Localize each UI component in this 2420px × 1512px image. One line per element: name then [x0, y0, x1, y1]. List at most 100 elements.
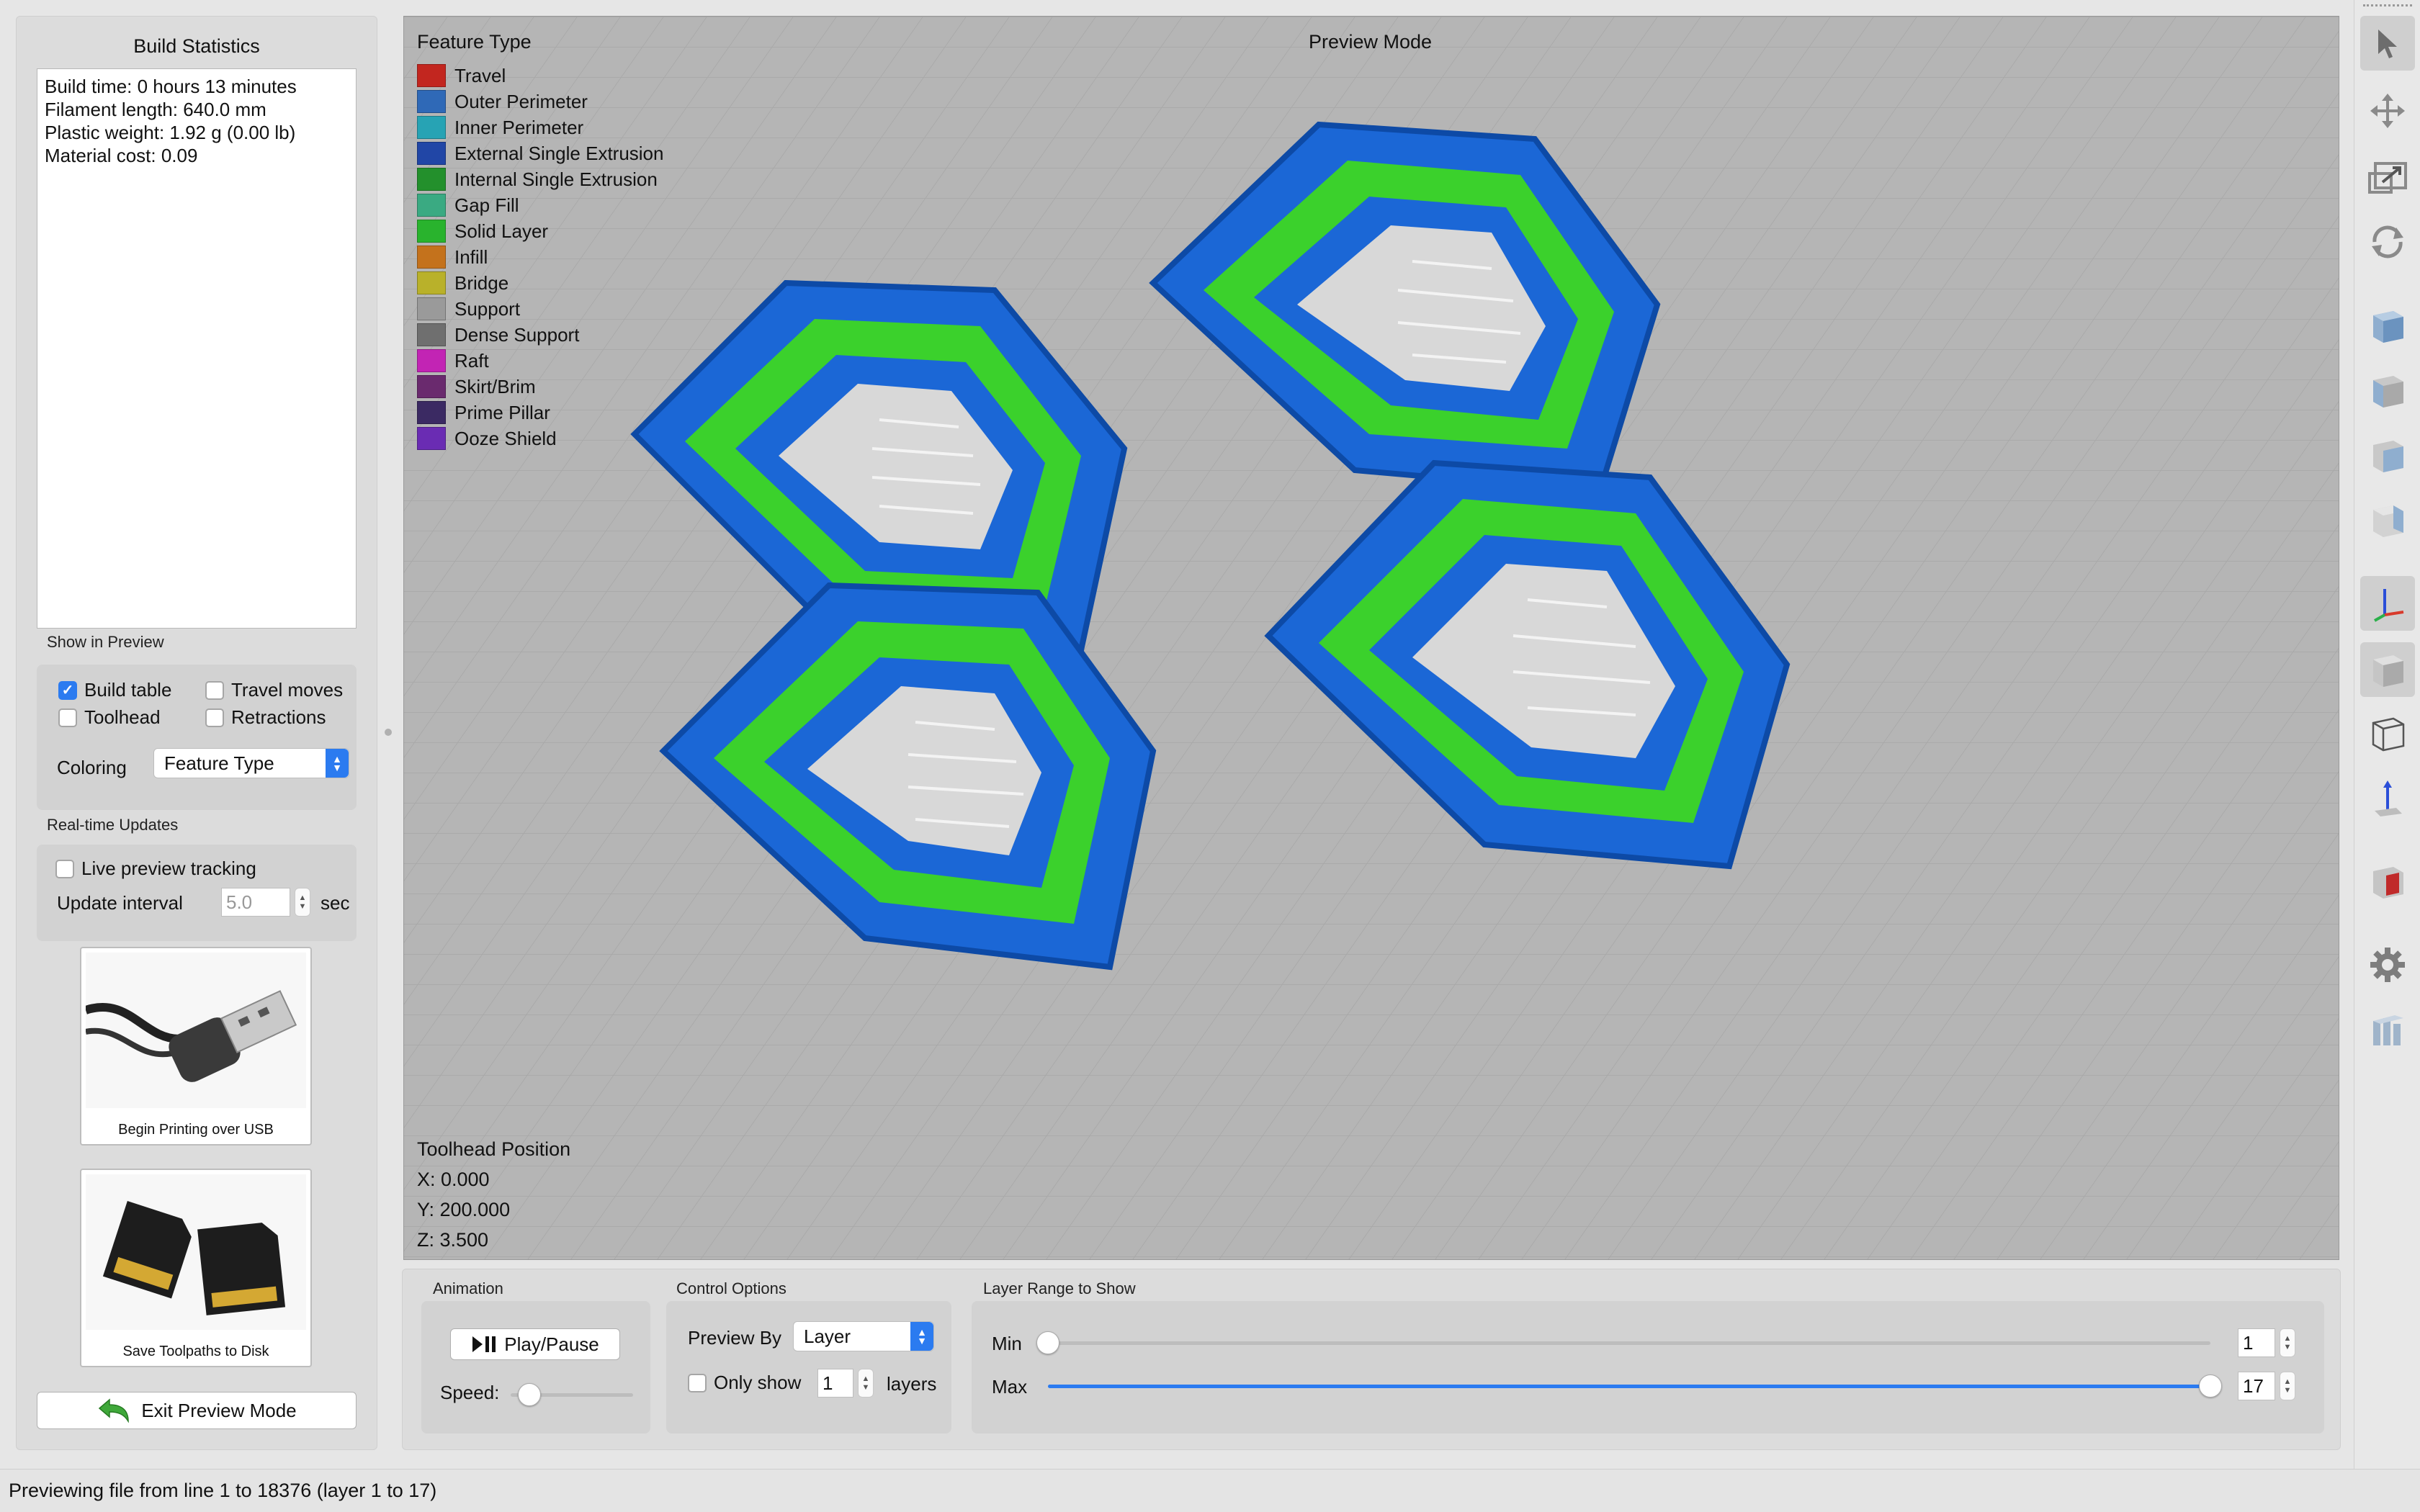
min-layer-slider-track[interactable]: [1048, 1341, 2210, 1345]
select-arrow-icon[interactable]: [2360, 16, 2415, 71]
control-options-label: Control Options: [676, 1279, 786, 1297]
legend-item: Travel: [417, 63, 663, 89]
checkbox-unchecked-icon: [205, 680, 224, 700]
legend-item: Dense Support: [417, 322, 663, 348]
legend-title: Feature Type: [417, 31, 532, 53]
legend-swatch: [417, 323, 446, 346]
legend-label: Inner Perimeter: [454, 116, 584, 138]
usb-cable-icon: [86, 953, 306, 1108]
travel-moves-checkbox[interactable]: Travel moves: [205, 679, 343, 701]
checkbox-unchecked-icon: [688, 1373, 707, 1392]
max-layer-slider-track[interactable]: [1048, 1385, 2210, 1388]
legend-label: Infill: [454, 246, 488, 268]
save-toolpaths-disk-tile[interactable]: Save Toolpaths to Disk: [80, 1169, 312, 1367]
retractions-checkbox[interactable]: Retractions: [205, 706, 326, 729]
toolhead-checkbox[interactable]: Toolhead: [58, 706, 161, 729]
legend-swatch: [417, 142, 446, 165]
layers-unit: layers: [887, 1373, 937, 1395]
toolbar-grip[interactable]: [2363, 4, 2412, 6]
animation-label: Animation: [433, 1279, 503, 1297]
update-interval-input[interactable]: 5.0: [221, 888, 290, 917]
realtime-updates-label: Real-time Updates: [47, 816, 179, 834]
begin-printing-usb-tile[interactable]: Begin Printing over USB: [80, 947, 312, 1146]
play-pause-icon: [472, 1336, 496, 1352]
legend-label: Ooze Shield: [454, 427, 557, 449]
min-layer-input[interactable]: 1: [2238, 1328, 2275, 1357]
status-bar: Previewing file from line 1 to 18376 (la…: [0, 1469, 2420, 1512]
legend-swatch: [417, 349, 446, 372]
preview-mode-title: Preview Mode: [1309, 31, 1433, 53]
legend-item: Raft: [417, 348, 663, 374]
control-options-group: Preview By Layer ▲ ▼ Only show 1 ▲ ▼ layer…: [666, 1301, 951, 1434]
build-plate-scene: [404, 17, 2339, 1259]
legend-item: Prime Pillar: [417, 400, 663, 426]
usb-tile-caption: Begin Printing over USB: [118, 1122, 274, 1138]
solid-view-icon[interactable]: [2360, 642, 2415, 697]
exit-preview-button[interactable]: Exit Preview Mode: [37, 1392, 357, 1429]
view-right-icon[interactable]: [2360, 492, 2415, 547]
interval-unit: sec: [321, 892, 350, 914]
update-interval-stepper[interactable]: ▲ ▼: [295, 888, 310, 917]
rotate-icon[interactable]: [2360, 215, 2415, 269]
legend-swatch: [417, 168, 446, 191]
legend-item: Infill: [417, 244, 663, 270]
layer-range-group: Min 1 ▲ ▼ Max 17 ▲ ▼: [972, 1301, 2324, 1434]
build-statistics-panel: Build Statistics Build time: 0 hours 13 …: [16, 16, 377, 1450]
stat-line-weight: Plastic weight: 1.92 g (0.00 lb): [45, 122, 296, 143]
layers-columns-icon[interactable]: [2360, 1004, 2415, 1058]
splitter-handle[interactable]: [385, 729, 392, 736]
scale-icon[interactable]: [2360, 150, 2415, 204]
move-icon[interactable]: [2360, 84, 2415, 138]
preview-by-label: Preview By: [688, 1327, 782, 1349]
checkbox-unchecked-icon: [58, 708, 77, 727]
toolhead-position-title: Toolhead Position: [417, 1138, 571, 1160]
legend-label: External Single Extrusion: [454, 142, 664, 164]
legend-item: Skirt/Brim: [417, 374, 663, 400]
view-front-icon[interactable]: [2360, 363, 2415, 418]
legend-item: Gap Fill: [417, 192, 663, 218]
only-show-layers-stepper[interactable]: ▲ ▼: [858, 1369, 874, 1398]
legend-label: Skirt/Brim: [454, 375, 536, 397]
3d-preview-viewport[interactable]: Feature Type Travel Outer Perimeter Inner …: [403, 16, 2339, 1260]
wireframe-icon[interactable]: [2360, 706, 2415, 760]
live-preview-tracking-checkbox[interactable]: Live preview tracking: [55, 858, 256, 880]
sd-card-icon: [86, 1174, 306, 1330]
legend-swatch: [417, 64, 446, 87]
legend-item: Support: [417, 296, 663, 322]
coloring-select[interactable]: Feature Type ▲ ▼: [153, 748, 349, 778]
legend-label: Dense Support: [454, 323, 580, 346]
min-layer-slider-knob[interactable]: [1036, 1331, 1059, 1354]
legend-item: External Single Extrusion: [417, 140, 663, 166]
legend-label: Outer Perimeter: [454, 90, 588, 112]
view-iso-icon[interactable]: [2360, 298, 2415, 353]
speed-slider-knob[interactable]: [517, 1383, 541, 1406]
z-axis-icon[interactable]: [2360, 770, 2415, 825]
min-label: Min: [992, 1333, 1022, 1354]
coloring-label: Coloring: [57, 757, 127, 778]
axes-icon[interactable]: [2360, 576, 2415, 631]
checkbox-unchecked-icon: [55, 859, 74, 878]
legend-item: Bridge: [417, 270, 663, 296]
legend-swatch: [417, 427, 446, 450]
max-layer-input[interactable]: 17: [2238, 1372, 2275, 1400]
legend-item: Inner Perimeter: [417, 114, 663, 140]
legend-swatch: [417, 375, 446, 398]
section-view-icon[interactable]: [2360, 854, 2415, 909]
max-layer-stepper[interactable]: ▲ ▼: [2280, 1372, 2295, 1400]
min-layer-stepper[interactable]: ▲ ▼: [2280, 1328, 2295, 1357]
settings-gear-icon[interactable]: [2360, 937, 2415, 992]
checkbox-checked-icon: ✓: [58, 680, 77, 700]
preview-by-select[interactable]: Layer ▲ ▼: [793, 1321, 934, 1351]
view-left-icon[interactable]: [2360, 428, 2415, 482]
right-toolbar: [2354, 0, 2420, 1469]
max-layer-slider-knob[interactable]: [2199, 1374, 2222, 1398]
only-show-layers-input[interactable]: 1: [817, 1369, 853, 1398]
build-table-checkbox[interactable]: ✓ Build table: [58, 679, 171, 701]
legend-item: Ooze Shield: [417, 426, 663, 451]
show-in-preview-group: ✓ Build table Travel moves Toolhead Retr…: [37, 665, 357, 810]
legend-item: Internal Single Extrusion: [417, 166, 663, 192]
play-pause-button[interactable]: Play/Pause: [450, 1328, 620, 1360]
only-show-checkbox[interactable]: Only show: [688, 1372, 801, 1394]
chevron-updown-icon: ▲ ▼: [326, 749, 349, 778]
legend-item: Outer Perimeter: [417, 89, 663, 114]
